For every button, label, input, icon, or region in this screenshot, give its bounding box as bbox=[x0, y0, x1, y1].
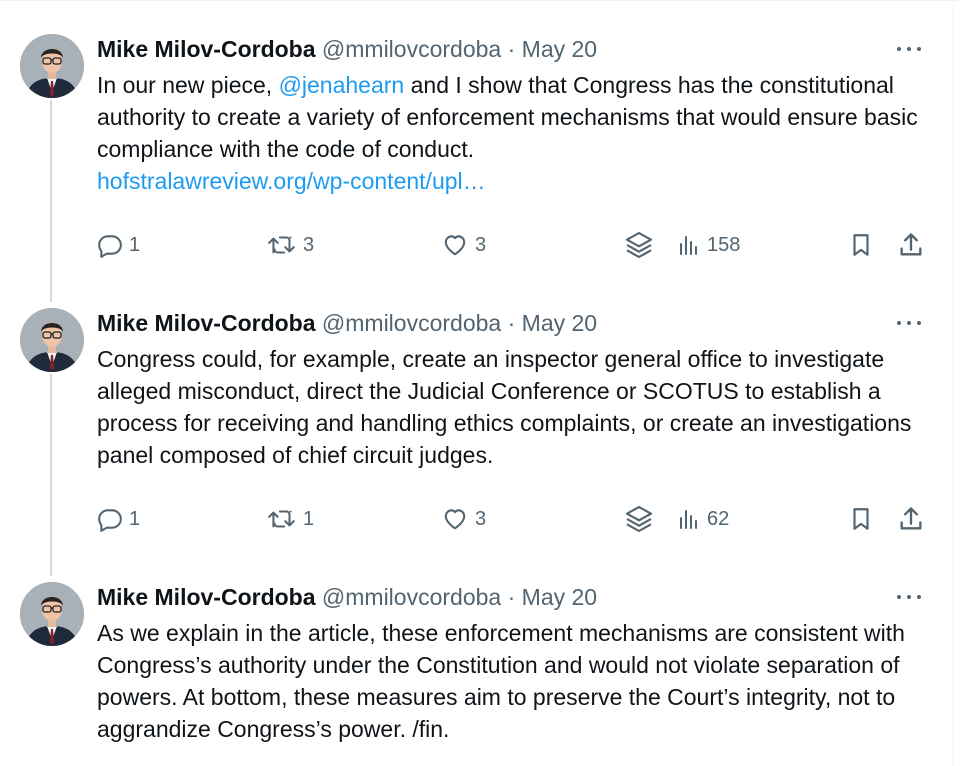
like-icon bbox=[444, 235, 466, 256]
avatar-image bbox=[20, 582, 84, 646]
tweet-text: As we explain in the article, these enfo… bbox=[97, 620, 905, 742]
share-icon bbox=[900, 507, 922, 530]
reply-button[interactable]: 1 bbox=[97, 504, 140, 534]
repost-button[interactable]: 3 bbox=[267, 230, 314, 260]
display-name[interactable]: Mike Milov-Cordoba bbox=[97, 310, 316, 336]
tweet-header: Mike Milov-Cordoba @mmilovcordoba · May … bbox=[97, 308, 597, 338]
repost-button[interactable]: 1 bbox=[267, 504, 314, 534]
tweet-text: In our new piece, @jenahearn and I show … bbox=[97, 69, 937, 197]
more-icon[interactable] bbox=[894, 586, 924, 608]
like-count: 3 bbox=[475, 507, 487, 530]
tweet-text: Congress could, for example, create an i… bbox=[97, 346, 912, 468]
like-icon bbox=[444, 509, 466, 530]
tweet-header: Mike Milov-Cordoba @mmilovcordoba · May … bbox=[97, 582, 597, 612]
user-handle[interactable]: @mmilovcordoba bbox=[322, 36, 501, 62]
timestamp[interactable]: May 20 bbox=[522, 310, 597, 336]
bookmark-button[interactable] bbox=[848, 230, 874, 260]
views-button[interactable]: 158 bbox=[677, 230, 740, 260]
user-handle[interactable]: @mmilovcordoba bbox=[322, 310, 501, 336]
repost-icon bbox=[268, 236, 295, 254]
timestamp[interactable]: May 20 bbox=[522, 36, 597, 62]
mention-link[interactable]: @jenahearn bbox=[279, 72, 405, 98]
like-button[interactable]: 3 bbox=[441, 230, 486, 260]
top-divider bbox=[0, 0, 960, 1]
reply-icon bbox=[98, 235, 122, 258]
stack-icon bbox=[625, 231, 653, 259]
stack-button[interactable] bbox=[623, 230, 655, 260]
tweet-text-part: In our new piece, bbox=[97, 72, 279, 98]
avatar-image bbox=[20, 34, 84, 98]
like-count: 3 bbox=[475, 233, 487, 256]
bookmark-icon bbox=[853, 234, 869, 256]
reply-icon bbox=[98, 509, 122, 532]
avatar[interactable] bbox=[20, 582, 84, 646]
action-bar: 1 3 3 158 bbox=[97, 230, 937, 260]
share-icon bbox=[900, 233, 922, 256]
reply-count: 1 bbox=[129, 507, 141, 530]
reply-count: 1 bbox=[129, 233, 141, 256]
repost-icon bbox=[268, 510, 295, 528]
url-link[interactable]: hofstralawreview.org/wp-content/upl… bbox=[97, 168, 486, 194]
tweet[interactable]: Mike Milov-Cordoba @mmilovcordoba · May … bbox=[0, 34, 950, 274]
display-name[interactable]: Mike Milov-Cordoba bbox=[97, 36, 316, 62]
tweet[interactable]: Mike Milov-Cordoba @mmilovcordoba · May … bbox=[0, 582, 950, 766]
share-button[interactable] bbox=[897, 230, 925, 260]
more-icon[interactable] bbox=[894, 312, 924, 334]
views-count: 158 bbox=[707, 233, 741, 256]
repost-count: 3 bbox=[303, 233, 315, 256]
avatar[interactable] bbox=[20, 34, 84, 98]
display-name[interactable]: Mike Milov-Cordoba bbox=[97, 584, 316, 610]
right-divider bbox=[953, 0, 954, 766]
stack-icon bbox=[625, 505, 653, 533]
views-count: 62 bbox=[707, 507, 730, 530]
bookmark-button[interactable] bbox=[848, 504, 874, 534]
avatar-image bbox=[20, 308, 84, 372]
separator: · bbox=[507, 310, 516, 336]
like-button[interactable]: 3 bbox=[441, 504, 486, 534]
timestamp[interactable]: May 20 bbox=[522, 584, 597, 610]
tweet-header: Mike Milov-Cordoba @mmilovcordoba · May … bbox=[97, 34, 597, 64]
reply-button[interactable]: 1 bbox=[97, 230, 140, 260]
separator: · bbox=[507, 36, 516, 62]
user-handle[interactable]: @mmilovcordoba bbox=[322, 584, 501, 610]
tweet[interactable]: Mike Milov-Cordoba @mmilovcordoba · May … bbox=[0, 308, 950, 548]
views-icon bbox=[680, 236, 697, 255]
bookmark-icon bbox=[853, 508, 869, 530]
stack-button[interactable] bbox=[623, 504, 655, 534]
views-button[interactable]: 62 bbox=[677, 504, 729, 534]
views-icon bbox=[680, 510, 697, 529]
more-icon[interactable] bbox=[894, 38, 924, 60]
repost-count: 1 bbox=[303, 507, 315, 530]
avatar[interactable] bbox=[20, 308, 84, 372]
share-button[interactable] bbox=[897, 504, 925, 534]
separator: · bbox=[507, 584, 516, 610]
action-bar: 1 1 3 62 bbox=[97, 504, 937, 534]
